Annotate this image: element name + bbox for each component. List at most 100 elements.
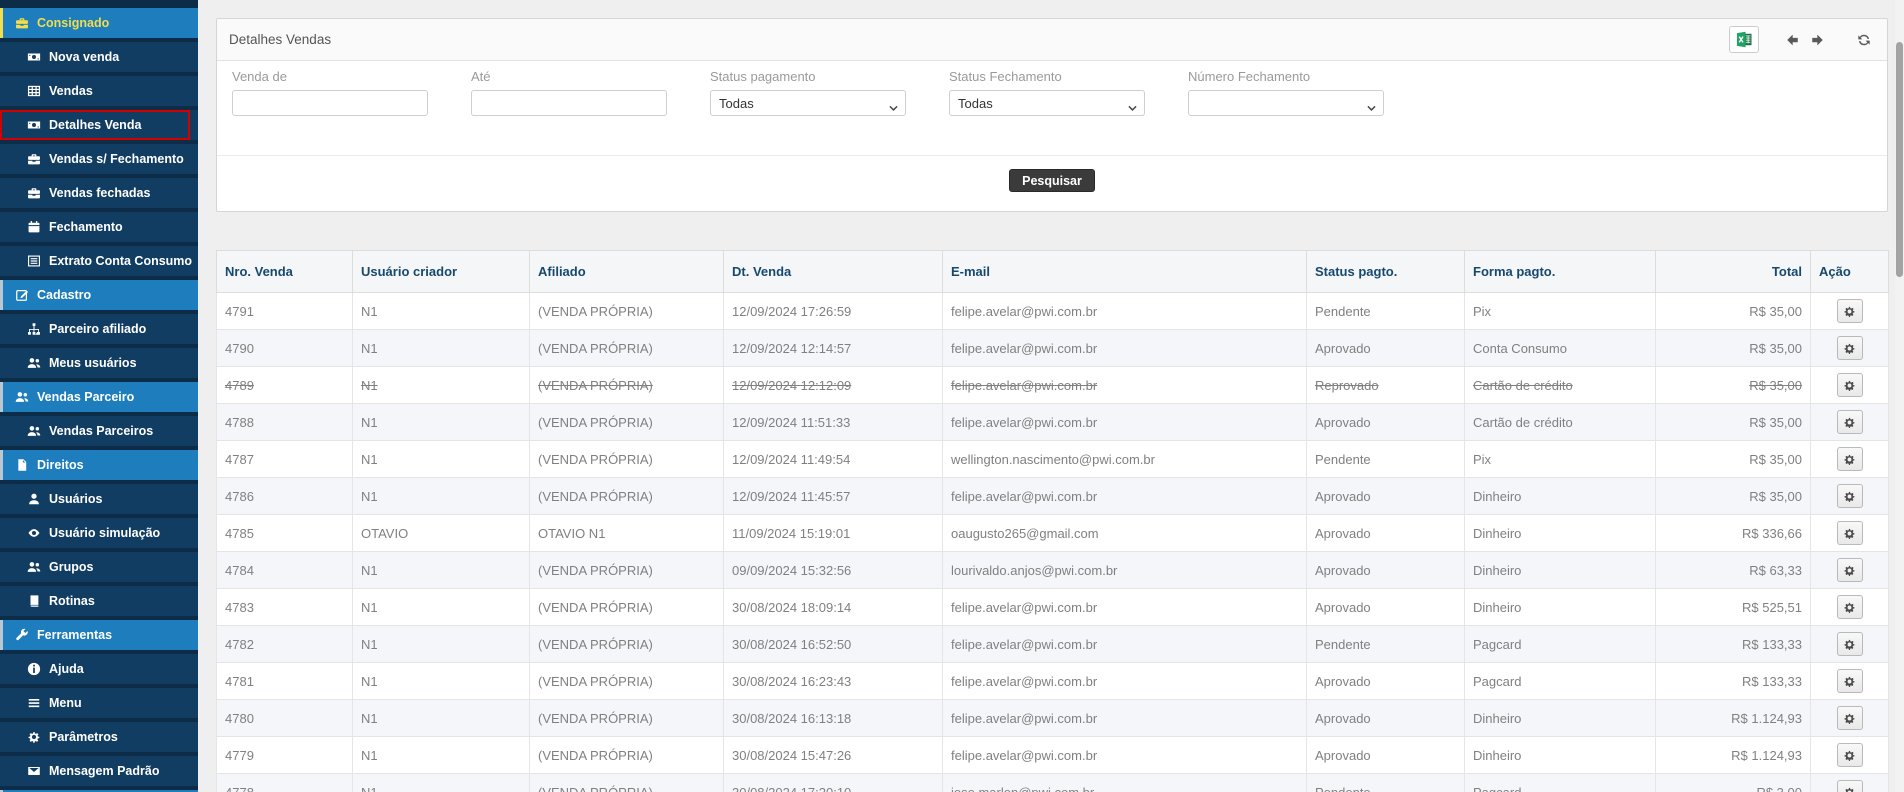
table-row: 4787N1(VENDA PRÓPRIA)12/09/2024 11:49:54…: [217, 441, 1889, 478]
column-header-acao: Ação: [1811, 251, 1889, 293]
ate-input[interactable]: [471, 90, 667, 116]
cell-afiliado: (VENDA PRÓPRIA): [530, 293, 724, 330]
sidebar-item-extrato-conta-consumo[interactable]: Extrato Conta Consumo: [0, 246, 198, 276]
cell-status-pagto: Aprovado: [1307, 478, 1465, 515]
sidebar-item-usuario-simulacao[interactable]: Usuário simulação: [0, 518, 198, 548]
status-pagamento-select[interactable]: Todas: [710, 90, 906, 116]
filter-field-numero-fechamento: Número Fechamento: [1188, 69, 1384, 116]
sidebar-item-label: Ferramentas: [37, 628, 112, 642]
cell-dt-venda: 30/08/2024 15:47:26: [724, 737, 943, 774]
cell-nro-venda: 4790: [217, 330, 353, 367]
sidebar-item-label: Vendas Parceiro: [37, 390, 134, 404]
sidebar-item-direitos[interactable]: Direitos: [0, 450, 198, 480]
cell-status-pagto: Aprovado: [1307, 515, 1465, 552]
sidebar-item-consignado[interactable]: Consignado: [0, 8, 198, 38]
cell-acao: [1811, 515, 1889, 552]
filter-label: Venda de: [232, 69, 428, 85]
cell-nro-venda: 4789: [217, 367, 353, 404]
cell-acao: [1811, 774, 1889, 792]
cell-dt-venda: 12/09/2024 12:14:57: [724, 330, 943, 367]
sidebar-item-fechamento[interactable]: Fechamento: [0, 212, 198, 242]
cell-forma-pagto: Pagcard: [1465, 626, 1656, 663]
sidebar-item-usuarios[interactable]: Usuários: [0, 484, 198, 514]
column-header-forma-pagto: Forma pagto.: [1465, 251, 1656, 293]
sidebar-item-cadastro[interactable]: Cadastro: [0, 280, 198, 310]
sidebar-item-vendas[interactable]: Vendas: [0, 76, 198, 106]
venda-de-input[interactable]: [232, 90, 428, 116]
column-header-usuario-criador: Usuário criador: [353, 251, 530, 293]
cell-afiliado: (VENDA PRÓPRIA): [530, 552, 724, 589]
scrollbar-thumb[interactable]: [1896, 42, 1903, 277]
sidebar-item-meus-usuarios[interactable]: Meus usuários: [0, 348, 198, 378]
cell-status-pagto: Aprovado: [1307, 663, 1465, 700]
cell-total: R$ 525,51: [1656, 589, 1811, 626]
numero-fechamento-select[interactable]: [1188, 90, 1384, 116]
cell-dt-venda: 11/09/2024 15:19:01: [724, 515, 943, 552]
row-actions-button[interactable]: [1837, 484, 1863, 508]
column-header-total: Total: [1656, 251, 1811, 293]
sidebar-item-label: Extrato Conta Consumo: [49, 254, 192, 268]
row-actions-button[interactable]: [1837, 632, 1863, 656]
users-icon: [27, 424, 41, 438]
refresh-button[interactable]: [1857, 33, 1871, 47]
vertical-scrollbar[interactable]: [1895, 0, 1904, 792]
cell-total: R$ 35,00: [1656, 330, 1811, 367]
sidebar-item-detalhes-venda[interactable]: Detalhes Venda: [0, 110, 198, 140]
row-actions-button[interactable]: [1837, 299, 1863, 323]
excel-export-button[interactable]: [1729, 26, 1759, 53]
cell-e-mail: lourivaldo.anjos@pwi.com.br: [943, 552, 1307, 589]
cell-total: R$ 336,66: [1656, 515, 1811, 552]
list-icon: [27, 254, 41, 268]
sidebar-item-vendas-fechadas[interactable]: Vendas fechadas: [0, 178, 198, 208]
row-actions-button[interactable]: [1837, 669, 1863, 693]
sidebar-item-vendas-parceiros[interactable]: Vendas Parceiros: [0, 416, 198, 446]
sidebar-item-mensagem-padrao[interactable]: Mensagem Padrão: [0, 756, 198, 786]
previous-page-button[interactable]: [1785, 33, 1800, 47]
cell-e-mail: felipe.avelar@pwi.com.br: [943, 330, 1307, 367]
sidebar-item-vendas-s-fechamento[interactable]: Vendas s/ Fechamento: [0, 144, 198, 174]
cell-dt-venda: 30/08/2024 16:23:43: [724, 663, 943, 700]
cell-total: R$ 35,00: [1656, 478, 1811, 515]
sidebar-item-label: Vendas fechadas: [49, 186, 150, 200]
cell-afiliado: OTAVIO N1: [530, 515, 724, 552]
row-actions-button[interactable]: [1837, 558, 1863, 582]
sidebar-item-ajuda[interactable]: Ajuda: [0, 654, 198, 684]
row-actions-button[interactable]: [1837, 780, 1863, 792]
sidebar-item-nova-venda[interactable]: Nova venda: [0, 42, 198, 72]
sidebar-item-label: Usuários: [49, 492, 103, 506]
status-fechamento-select[interactable]: Todas: [949, 90, 1145, 116]
row-actions-button[interactable]: [1837, 373, 1863, 397]
sidebar-item-label: Parâmetros: [49, 730, 118, 744]
sidebar-item-parametros[interactable]: Parâmetros: [0, 722, 198, 752]
gear-icon: [27, 730, 41, 744]
cell-status-pagto: Reprovado: [1307, 367, 1465, 404]
sidebar-item-menu[interactable]: Menu: [0, 688, 198, 718]
table-row: 4791N1(VENDA PRÓPRIA)12/09/2024 17:26:59…: [217, 293, 1889, 330]
row-actions-button[interactable]: [1837, 743, 1863, 767]
row-actions-button[interactable]: [1837, 595, 1863, 619]
sidebar-item-parceiro-afiliado[interactable]: Parceiro afiliado: [0, 314, 198, 344]
cell-usuario-criador: N1: [353, 478, 530, 515]
search-button[interactable]: Pesquisar: [1009, 169, 1095, 192]
sidebar-item-rotinas[interactable]: Rotinas: [0, 586, 198, 616]
cell-afiliado: (VENDA PRÓPRIA): [530, 774, 724, 792]
sales-table: Nro. VendaUsuário criadorAfiliadoDt. Ven…: [216, 250, 1889, 792]
cell-forma-pagto: Dinheiro: [1465, 552, 1656, 589]
sidebar-item-ferramentas[interactable]: Ferramentas: [0, 620, 198, 650]
row-actions-button[interactable]: [1837, 410, 1863, 434]
sidebar-item-vendas-parceiro[interactable]: Vendas Parceiro: [0, 382, 198, 412]
cell-total: R$ 133,33: [1656, 663, 1811, 700]
next-page-button[interactable]: [1810, 33, 1825, 47]
row-actions-button[interactable]: [1837, 706, 1863, 730]
filters-row: Venda deAtéStatus pagamentoTodasStatus F…: [232, 69, 1872, 116]
cell-dt-venda: 30/08/2024 18:09:14: [724, 589, 943, 626]
row-actions-button[interactable]: [1837, 521, 1863, 545]
row-actions-button[interactable]: [1837, 447, 1863, 471]
cell-total: R$ 35,00: [1656, 404, 1811, 441]
row-actions-button[interactable]: [1837, 336, 1863, 360]
select-value: Todas: [958, 96, 993, 111]
cell-usuario-criador: N1: [353, 552, 530, 589]
calendar-icon: [27, 220, 41, 234]
cell-acao: [1811, 589, 1889, 626]
sidebar-item-grupos[interactable]: Grupos: [0, 552, 198, 582]
